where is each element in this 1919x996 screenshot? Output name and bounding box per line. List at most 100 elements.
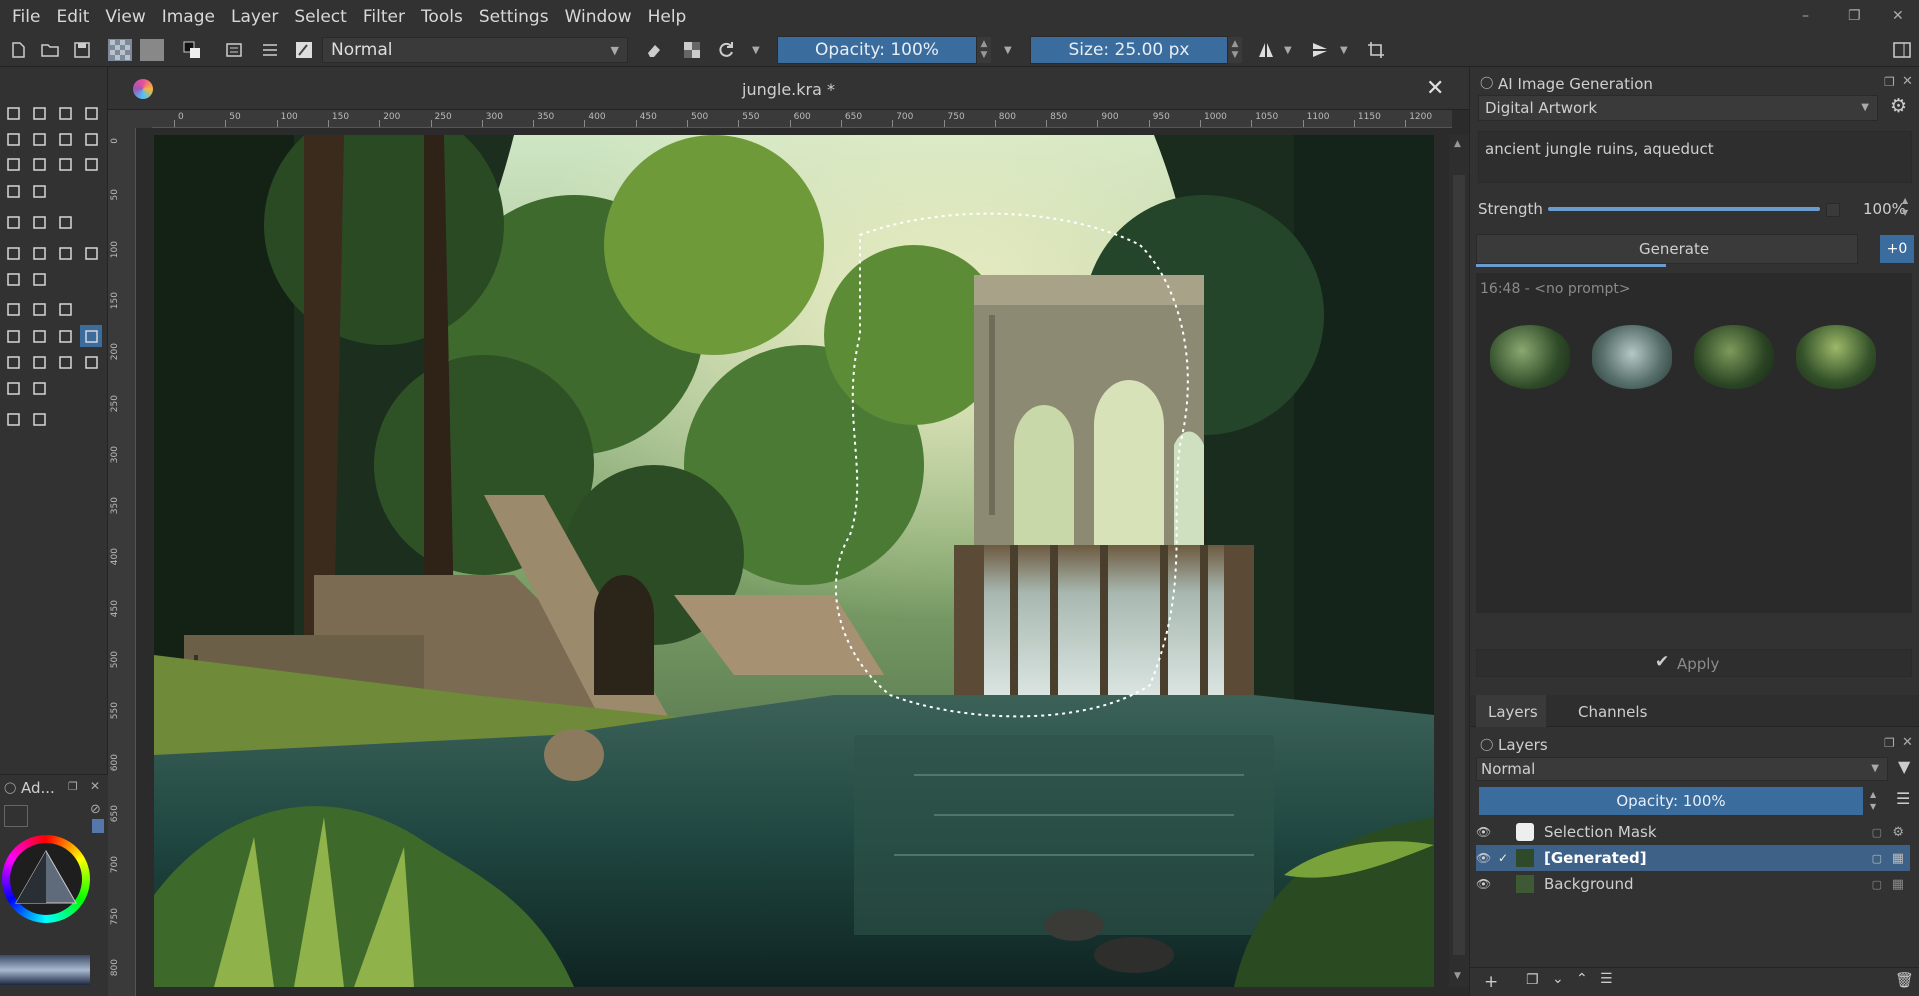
close-icon[interactable]: ✕ <box>1902 74 1913 89</box>
chevron-down-icon[interactable]: ▼ <box>1284 45 1292 56</box>
document-tab-title[interactable]: jungle.kra * <box>742 80 835 99</box>
vertical-scrollbar[interactable]: ▲ ▼ <box>1449 135 1469 987</box>
move-tool-icon[interactable] <box>28 211 50 233</box>
similar-select-tool-icon[interactable] <box>28 351 50 373</box>
colorize-mask-tool-icon[interactable] <box>54 242 76 264</box>
properties-icon[interactable]: ☰ <box>1600 971 1613 987</box>
smart-patch-tool-icon[interactable] <box>80 242 102 264</box>
pattern-fill-icon[interactable] <box>108 39 132 61</box>
grid-tool-icon[interactable] <box>28 377 50 399</box>
result-thumbnail[interactable] <box>1796 325 1876 389</box>
float-icon[interactable]: ❐ <box>68 780 78 793</box>
reference-tool-icon[interactable] <box>54 298 76 320</box>
star-tool-icon[interactable] <box>2 377 24 399</box>
result-thumbnail[interactable] <box>1490 325 1570 389</box>
color-swap-icon[interactable] <box>180 39 204 61</box>
blend-mode-select[interactable]: Normal ▼ <box>322 37 628 63</box>
zoom-tool-icon[interactable] <box>2 408 24 430</box>
layer-row[interactable]: 👁 Selection Mask ▢ ⚙ <box>1476 819 1910 845</box>
lock-icon[interactable]: ▢ <box>1872 826 1882 839</box>
apply-button[interactable]: ✔ Apply <box>1476 649 1912 677</box>
wrap-around-icon[interactable] <box>1364 39 1388 61</box>
chevron-down-icon[interactable]: ▼ <box>752 45 760 56</box>
new-document-icon[interactable] <box>6 39 30 61</box>
alpha-icon[interactable]: ▦ <box>1892 877 1904 892</box>
menu-select[interactable]: Select <box>294 7 346 27</box>
strength-slider[interactable] <box>1548 207 1820 211</box>
menu-file[interactable]: File <box>12 7 40 27</box>
dynamic-brush-tool-icon[interactable] <box>2 180 24 202</box>
result-thumbnail[interactable] <box>1694 325 1774 389</box>
brush-tool-icon[interactable] <box>2 128 24 150</box>
color-picker-tool-icon[interactable] <box>28 242 50 264</box>
eye-icon[interactable]: 👁 <box>1476 825 1498 839</box>
brush-preset-icon[interactable] <box>292 39 316 61</box>
filter-icon[interactable]: ▼ <box>1898 757 1910 776</box>
no-color-icon[interactable]: ⊘ <box>90 802 101 817</box>
gradient-tool-icon[interactable] <box>2 242 24 264</box>
duplicate-layer-icon[interactable]: ❐ <box>1526 972 1539 988</box>
scroll-thumb[interactable] <box>1453 175 1465 955</box>
menu-settings[interactable]: Settings <box>479 7 549 27</box>
color-wheel[interactable] <box>2 835 90 923</box>
strength-handle[interactable] <box>1826 203 1840 217</box>
rect-select-tool-icon[interactable] <box>2 325 24 347</box>
queue-count-button[interactable]: +0 <box>1880 235 1914 263</box>
select-arrow-tool-icon[interactable] <box>2 102 24 124</box>
enclose-fill-tool-icon[interactable] <box>28 268 50 290</box>
layer-blend-select[interactable]: Normal ▼ <box>1476 757 1888 781</box>
menu-icon[interactable]: ☰ <box>1896 789 1910 808</box>
opacity-spinner[interactable]: ▲ ▼ <box>977 37 991 63</box>
add-layer-icon[interactable]: + <box>1484 972 1498 992</box>
delete-layer-icon[interactable]: 🗑 <box>1895 971 1914 989</box>
menu-view[interactable]: View <box>105 7 145 27</box>
minimize-icon[interactable]: – <box>1802 8 1809 24</box>
open-folder-icon[interactable] <box>38 39 62 61</box>
chevron-down-icon[interactable]: ▼ <box>1340 45 1348 56</box>
freehand-select-tool-icon[interactable] <box>80 325 102 347</box>
pan-tool-icon[interactable] <box>28 408 50 430</box>
magnetic-select-tool-icon[interactable] <box>80 351 102 373</box>
polyline-tool-icon[interactable] <box>28 153 50 175</box>
color-selector-settings-icon[interactable] <box>4 805 28 827</box>
eye-icon[interactable]: 👁 <box>1476 877 1498 891</box>
layer-row-selected[interactable]: 👁 ✓ [Generated] ▢ ▦ <box>1476 845 1910 871</box>
lock-icon[interactable]: ▢ <box>1872 878 1882 891</box>
assistant-tool-icon[interactable] <box>2 298 24 320</box>
contiguous-select-tool-icon[interactable] <box>2 351 24 373</box>
edit-brush-preset-icon[interactable] <box>222 39 246 61</box>
polygon-select-tool-icon[interactable] <box>54 325 76 347</box>
save-icon[interactable] <box>70 39 94 61</box>
opacity-slider[interactable]: Opacity: 100% <box>777 36 977 64</box>
text-tool-icon[interactable] <box>28 102 50 124</box>
move-up-icon[interactable]: ⌃ <box>1576 971 1588 987</box>
layer-row[interactable]: 👁 Background ▢ ▦ <box>1476 871 1910 897</box>
bezier-select-tool-icon[interactable] <box>54 351 76 373</box>
window-close-icon[interactable]: ✕ <box>1892 8 1904 24</box>
close-icon[interactable]: ✕ <box>1902 735 1913 750</box>
mirror-vertical-icon[interactable] <box>1308 39 1332 61</box>
menu-window[interactable]: Window <box>565 7 632 27</box>
check-icon[interactable]: ✓ <box>1498 851 1516 865</box>
panel-layout-icon[interactable] <box>1890 39 1914 61</box>
canvas-image[interactable] <box>154 135 1434 987</box>
gear-icon[interactable]: ⚙ <box>1892 825 1904 840</box>
crop-tool-icon[interactable] <box>54 211 76 233</box>
chevron-down-icon[interactable]: ▼ <box>1004 45 1012 56</box>
line-tool-icon[interactable] <box>28 128 50 150</box>
eraser-icon[interactable] <box>642 39 666 61</box>
lock-icon[interactable]: ▢ <box>1872 852 1882 865</box>
size-spinner[interactable]: ▲ ▼ <box>1228 37 1242 63</box>
menu-image[interactable]: Image <box>162 7 215 27</box>
menu-tools[interactable]: Tools <box>421 7 463 27</box>
color-gradient-bar[interactable] <box>0 955 90 985</box>
polygon-tool-icon[interactable] <box>2 153 24 175</box>
tab-channels[interactable]: Channels <box>1578 703 1647 721</box>
reload-preset-icon[interactable] <box>714 39 738 61</box>
generate-button[interactable]: Generate <box>1476 234 1858 264</box>
measure-tool-icon[interactable] <box>28 298 50 320</box>
strength-spinner[interactable]: ▲ ▼ <box>1902 195 1908 219</box>
prompt-input[interactable]: ancient jungle ruins, aqueduct <box>1478 131 1912 183</box>
brush-settings-icon[interactable] <box>258 39 282 61</box>
move-down-icon[interactable]: ⌄ <box>1552 971 1564 987</box>
